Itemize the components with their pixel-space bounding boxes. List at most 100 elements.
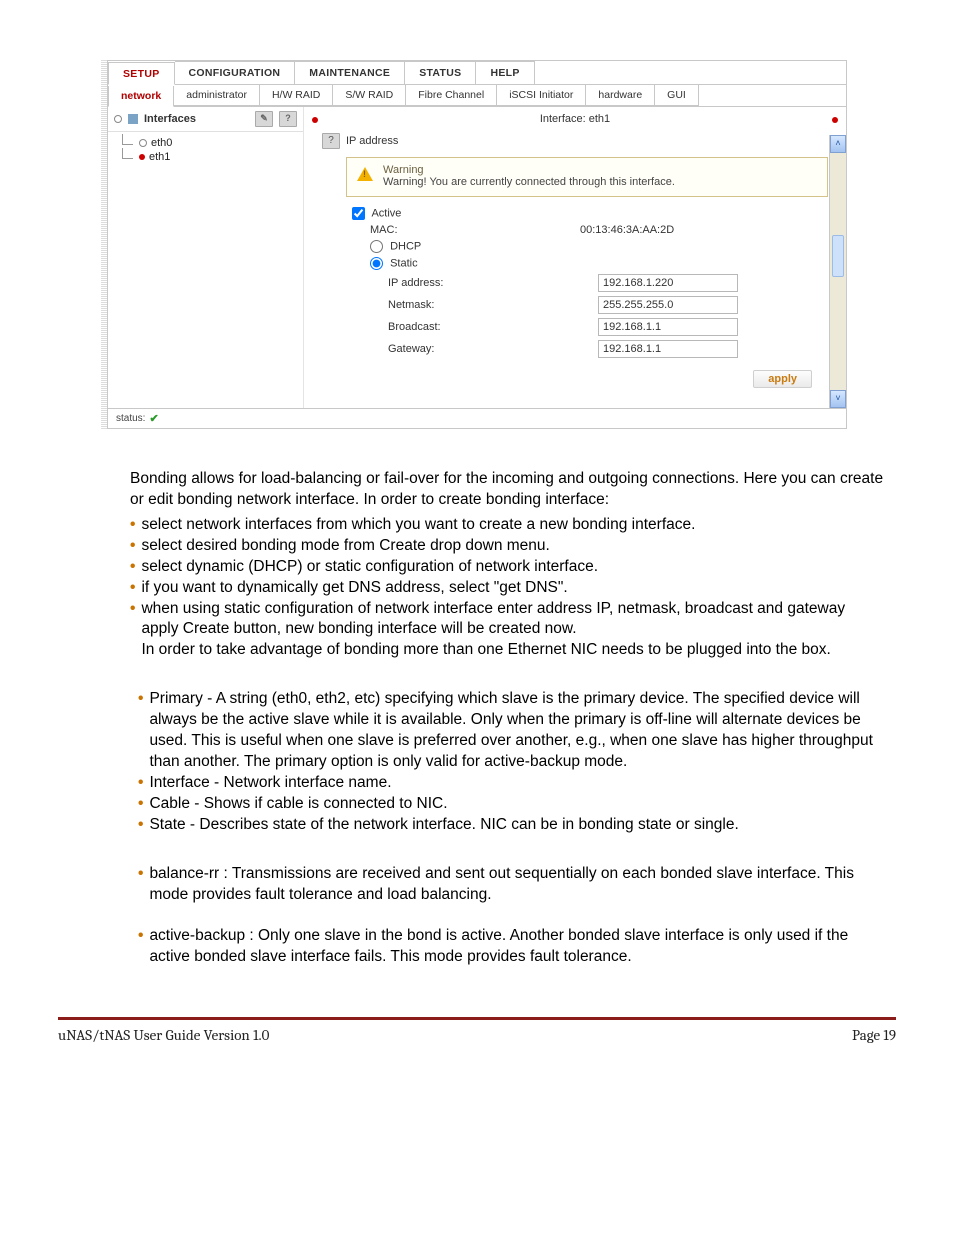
bullet-item: • select network interfaces from which yo… — [130, 515, 886, 536]
bullet-mark-icon: • — [138, 815, 143, 835]
tab-iscsi-initiator[interactable]: iSCSI Initiator — [497, 85, 586, 106]
footer-rule — [58, 1017, 896, 1020]
screenshot-container: SETUP CONFIGURATION MAINTENANCE STATUS H… — [107, 60, 847, 429]
bullet-item: • select desired bonding mode from Create… — [130, 536, 886, 557]
interfaces-tree: eth0 eth1 — [108, 132, 303, 168]
sidebar-help-button[interactable]: ? — [279, 111, 297, 127]
bullet-mark-icon: • — [130, 536, 135, 556]
mac-label: MAC: — [352, 224, 520, 236]
tab-fibre-channel[interactable]: Fibre Channel — [406, 85, 497, 106]
accent-dot-icon — [832, 117, 838, 123]
bullet-text: Primary - A string (eth0, eth2, etc) spe… — [149, 689, 886, 773]
bullet-mark-icon: • — [138, 794, 143, 814]
scroll-down-button[interactable]: ˅ — [830, 390, 846, 408]
sidebar-item-eth1[interactable]: eth1 — [114, 150, 299, 164]
bullet-text: select dynamic (DHCP) or static configur… — [141, 557, 886, 578]
tab-hardware[interactable]: hardware — [586, 85, 655, 106]
bullet-item: •Cable - Shows if cable is connected to … — [138, 794, 886, 815]
warning-title: Warning — [383, 164, 675, 176]
static-label: Static — [390, 257, 418, 269]
tab-hw-raid[interactable]: H/W RAID — [260, 85, 333, 106]
gateway-input[interactable] — [598, 340, 738, 358]
footer-right: Page 19 — [852, 1026, 896, 1044]
active-label: Active — [371, 207, 401, 219]
bullet-item: • active-backup : Only one slave in the b… — [138, 926, 886, 968]
bullet-mark-icon: • — [130, 599, 135, 619]
ip-input[interactable] — [598, 274, 738, 292]
bullet-text: when using static configuration of netwo… — [141, 599, 886, 662]
bullet-item: • when using static configuration of netw… — [130, 599, 886, 662]
mac-value: 00:13:46:3A:AA:2D — [520, 224, 828, 236]
bullet-item: • Interface - Network interface name. — [138, 773, 886, 794]
bullet-mark-icon: • — [130, 578, 135, 598]
sidebar-title: Interfaces — [144, 113, 196, 125]
active-checkbox[interactable] — [352, 207, 365, 220]
netmask-input[interactable] — [598, 296, 738, 314]
netmask-label: Netmask: — [352, 299, 538, 311]
tree-root-icon — [114, 115, 122, 123]
sidebar-item-eth0[interactable]: eth0 — [114, 136, 299, 150]
bullet-item: • State - Describes state of the network … — [138, 815, 886, 836]
static-radio[interactable] — [370, 257, 383, 270]
scrollbar[interactable]: ˄ ˅ — [829, 135, 846, 408]
tab-status[interactable]: STATUS — [405, 61, 476, 84]
warning-box: Warning Warning! You are currently conne… — [346, 157, 828, 197]
apply-button[interactable]: apply — [753, 370, 812, 388]
broadcast-label: Broadcast: — [352, 321, 538, 333]
accent-dot-icon — [312, 117, 318, 123]
section-header: ? IP address — [322, 129, 828, 153]
bullet-text: State - Describes state of the network i… — [149, 815, 886, 836]
dhcp-radio[interactable] — [370, 240, 383, 253]
bullet-mark-icon: • — [138, 689, 143, 709]
document-body: Bonding allows for load-balancing or fai… — [130, 469, 886, 967]
gateway-label: Gateway: — [352, 343, 538, 355]
bullet-item: • Primary - A string (eth0, eth2, etc) sp… — [138, 689, 886, 773]
warning-icon — [357, 167, 373, 181]
ip-label: IP address: — [352, 277, 538, 289]
tab-gui[interactable]: GUI — [655, 85, 699, 106]
bullet-mark-icon: • — [138, 773, 143, 793]
bullet-text: select network interfaces from which you… — [141, 515, 886, 536]
scroll-up-button[interactable]: ˄ — [830, 135, 846, 153]
bullet-text: select desired bonding mode from Create … — [141, 536, 886, 557]
bullet-item: • select dynamic (DHCP) or static configu… — [130, 557, 886, 578]
bullet-item: • balance-rr : Transmissions are received… — [138, 864, 886, 906]
page-footer: uNAS/tNAS User Guide Version 1.0 Page 19 — [58, 1026, 896, 1044]
bullet-text: active-backup : Only one slave in the bo… — [149, 926, 886, 968]
tab-network[interactable]: network — [108, 86, 174, 107]
bullet-mark-icon: • — [138, 926, 143, 946]
status-label: status: — [116, 413, 145, 424]
tab-help[interactable]: HELP — [476, 61, 534, 84]
bullet-mark-icon: • — [130, 515, 135, 535]
bullet-item: • if you want to dynamically get DNS addr… — [130, 578, 886, 599]
status-dot-icon — [139, 154, 145, 160]
sidebar-header: Interfaces ✎ ? — [108, 107, 303, 132]
bullet-mark-icon: • — [130, 557, 135, 577]
status-dot-icon — [139, 139, 147, 147]
bullet-text: if you want to dynamically get DNS addre… — [141, 578, 886, 599]
bullet-text: balance-rr : Transmissions are received … — [149, 864, 886, 906]
check-icon: ✔ — [149, 412, 158, 425]
tab-administrator[interactable]: administrator — [174, 85, 260, 106]
footer-left: uNAS/tNAS User Guide Version 1.0 — [58, 1026, 269, 1044]
ip-form: Active MAC: 00:13:46:3A:AA:2D DHCP — [352, 205, 828, 396]
tab-sw-raid[interactable]: S/W RAID — [333, 85, 406, 106]
primary-tabs: SETUP CONFIGURATION MAINTENANCE STATUS H… — [108, 61, 846, 85]
intro-paragraph: Bonding allows for load-balancing or fai… — [130, 469, 886, 511]
main-pane: Interface: eth1 ? IP address Warning War… — [304, 107, 846, 408]
bullet-mark-icon: • — [138, 864, 143, 884]
dhcp-label: DHCP — [390, 240, 421, 252]
help-icon[interactable]: ? — [322, 133, 340, 149]
warning-body: Warning! You are currently connected thr… — [383, 176, 675, 188]
scroll-thumb[interactable] — [832, 235, 844, 277]
broadcast-input[interactable] — [598, 318, 738, 336]
status-bar: status: ✔ — [108, 408, 846, 428]
bullet-text: Interface - Network interface name. — [149, 773, 886, 794]
sidebar-tool-button[interactable]: ✎ — [255, 111, 273, 127]
tab-maintenance[interactable]: MAINTENANCE — [295, 61, 405, 84]
section-title: IP address — [346, 135, 398, 147]
tab-setup[interactable]: SETUP — [108, 62, 175, 85]
pane-title: Interface: eth1 — [540, 113, 610, 125]
secondary-tabs: network administrator H/W RAID S/W RAID … — [108, 85, 846, 107]
tab-configuration[interactable]: CONFIGURATION — [175, 61, 296, 84]
